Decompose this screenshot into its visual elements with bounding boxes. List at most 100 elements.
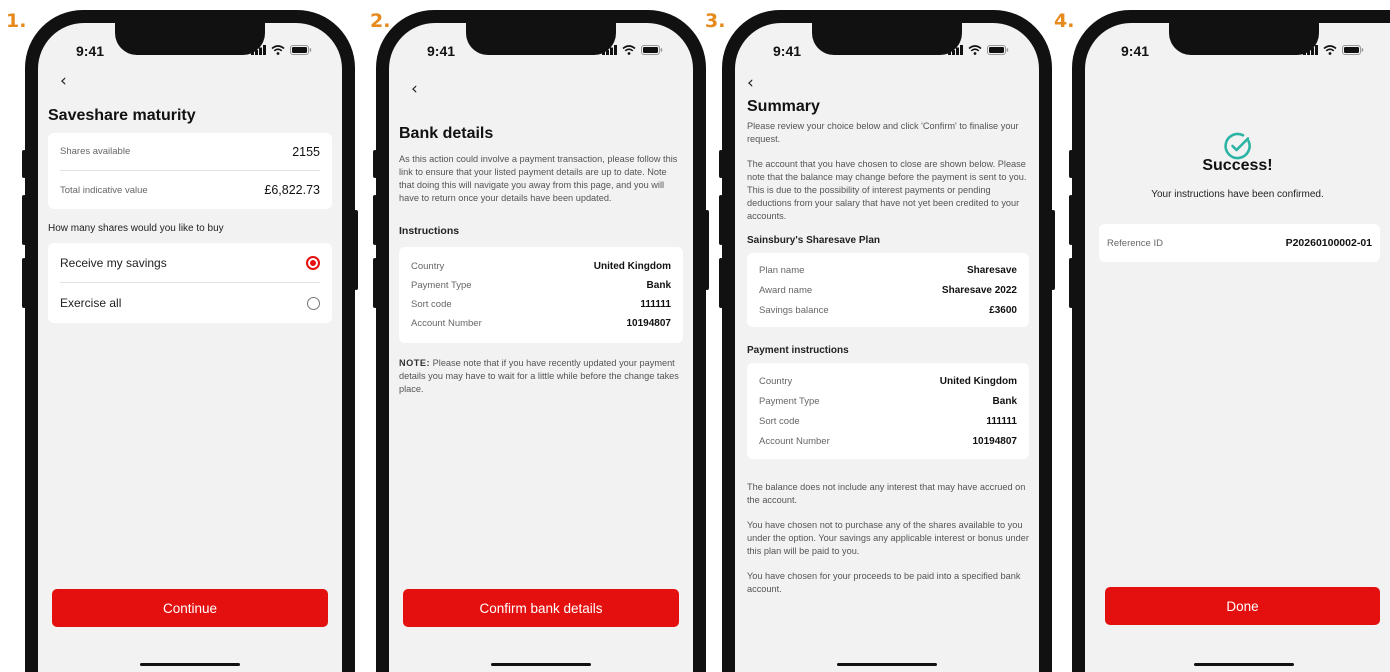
status-icons <box>602 45 663 55</box>
notch <box>466 23 616 55</box>
status-time: 9:41 <box>773 43 802 59</box>
option-label: Receive my savings <box>60 255 167 270</box>
radio-unselected-icon[interactable] <box>307 296 320 310</box>
shares-available-value: 2155 <box>292 144 320 159</box>
plan-heading: Sainsbury's Sharesave Plan <box>747 235 881 246</box>
payment-type-label: Payment Type <box>759 395 820 407</box>
status-time: 9:41 <box>76 43 105 59</box>
account-number-value: 10194807 <box>626 318 672 329</box>
payment-instructions-heading: Payment instructions <box>747 345 849 356</box>
status-time: 9:41 <box>427 43 456 59</box>
savings-balance-value: £3600 <box>989 304 1017 316</box>
status-icons <box>948 45 1009 55</box>
sort-code-value: 111111 <box>986 415 1017 427</box>
question-text: How many shares would you like to buy <box>48 223 224 234</box>
intro-text-2: The account that you have chosen to clos… <box>747 159 1027 221</box>
sort-code-value: 111111 <box>640 299 671 310</box>
award-name-label: Award name <box>759 284 813 296</box>
option-label: Exercise all <box>60 296 122 310</box>
status-icons <box>251 45 312 55</box>
country-label: Country <box>759 375 793 387</box>
signal-icon <box>1303 45 1318 55</box>
battery-icon <box>290 45 312 55</box>
success-subtitle: Your instructions have been confirmed. <box>1151 189 1324 200</box>
option-receive-savings[interactable]: Receive my savings <box>60 243 320 283</box>
home-indicator <box>837 663 937 666</box>
award-name-value: Sharesave 2022 <box>941 284 1017 296</box>
instructions-card: Country United Kingdom Payment Type Bank S… <box>399 247 683 343</box>
back-button[interactable]: ‹ <box>411 79 418 99</box>
signal-icon <box>251 45 266 55</box>
phone-frame-2: 9:41 ‹ Bank details As this action could… <box>373 10 709 672</box>
total-indicative-value-label: Total indicative value <box>60 184 148 196</box>
sort-code-label: Sort code <box>411 299 452 310</box>
home-indicator <box>1193 663 1294 666</box>
status-icons <box>1303 45 1364 55</box>
total-indicative-value-amount: £6,822.73 <box>264 183 320 197</box>
step-number-2: 2. <box>370 10 391 32</box>
battery-icon <box>641 45 663 55</box>
account-number-label: Account Number <box>411 318 482 329</box>
wifi-icon <box>968 45 982 55</box>
note-text: NOTE: Please note that if you have recen… <box>399 357 683 396</box>
done-button[interactable]: Done <box>1105 587 1380 625</box>
wifi-icon <box>271 45 285 55</box>
account-number-value: 10194807 <box>972 435 1018 447</box>
country-value: United Kingdom <box>593 261 671 272</box>
screen-bank-details: 9:41 ‹ Bank details As this action could… <box>389 23 693 672</box>
continue-button[interactable]: Continue <box>52 589 328 627</box>
back-button[interactable]: ‹ <box>60 71 67 91</box>
option-exercise-all[interactable]: Exercise all <box>60 283 320 323</box>
footer-text-2: You have chosen not to purchase any of t… <box>747 520 1029 556</box>
sort-code-label: Sort code <box>759 415 800 427</box>
battery-icon <box>987 45 1009 55</box>
success-title: Success! <box>1202 157 1273 174</box>
account-number-label: Account Number <box>759 435 830 447</box>
radio-selected-icon[interactable] <box>306 255 320 270</box>
page-title: Saveshare maturity <box>48 107 196 124</box>
shares-available-label: Shares available <box>60 146 131 157</box>
page-title: Summary <box>747 98 820 115</box>
confirm-bank-details-button[interactable]: Confirm bank details <box>403 589 679 627</box>
plan-name-label: Plan name <box>759 264 805 276</box>
country-label: Country <box>411 261 445 272</box>
screen-summary: 9:41 ‹ Summary Please review your choice… <box>735 23 1039 672</box>
reference-id-label: Reference ID <box>1107 237 1163 249</box>
plan-name-value: Sharesave <box>966 264 1017 276</box>
home-indicator <box>140 663 240 666</box>
phone-frame-1: 9:41 ‹ Saveshare maturity Shares availab… <box>22 10 358 672</box>
signal-icon <box>602 45 617 55</box>
status-time: 9:41 <box>1121 43 1150 59</box>
back-button[interactable]: ‹ <box>747 73 754 93</box>
payment-type-value: Bank <box>992 395 1017 407</box>
wifi-icon <box>622 45 636 55</box>
instructions-heading: Instructions <box>399 225 460 237</box>
home-indicator <box>491 663 591 666</box>
battery-icon <box>1342 45 1364 55</box>
payment-type-label: Payment Type <box>411 280 472 291</box>
footer-text-1: The balance does not include any interes… <box>747 482 1026 505</box>
phone-frame-4: 9:41 Success! Your instructions have bee… <box>1069 10 1390 672</box>
intro-text: As this action could involve a payment t… <box>399 154 678 203</box>
chevron-left-icon: ‹ <box>60 71 67 91</box>
footer-text-3: You have chosen for your proceeds to be … <box>747 571 1021 594</box>
signal-icon <box>948 45 963 55</box>
payment-type-value: Bank <box>646 280 671 291</box>
chevron-left-icon: ‹ <box>411 79 418 99</box>
chevron-left-icon: ‹ <box>747 73 754 93</box>
notch <box>1168 23 1319 55</box>
screen-saveshare-maturity: 9:41 ‹ Saveshare maturity Shares availab… <box>38 23 342 672</box>
screen-success: 9:41 Success! Your instructions have bee… <box>1085 23 1390 672</box>
country-value: United Kingdom <box>939 375 1017 387</box>
page-title: Bank details <box>399 125 494 142</box>
options-card: Receive my savings Exercise all <box>48 243 332 323</box>
notch <box>812 23 962 55</box>
note-label: NOTE: <box>399 358 431 368</box>
wifi-icon <box>1323 45 1337 55</box>
intro-text-1: Please review your choice below and clic… <box>747 121 1019 144</box>
payment-instructions-card: Country United Kingdom Payment Type Bank S… <box>747 363 1029 459</box>
notch <box>115 23 265 55</box>
savings-balance-label: Savings balance <box>759 304 829 316</box>
plan-card: Plan name Sharesave Award name Sharesave 2… <box>747 253 1029 327</box>
step-number-4: 4. <box>1054 10 1075 32</box>
